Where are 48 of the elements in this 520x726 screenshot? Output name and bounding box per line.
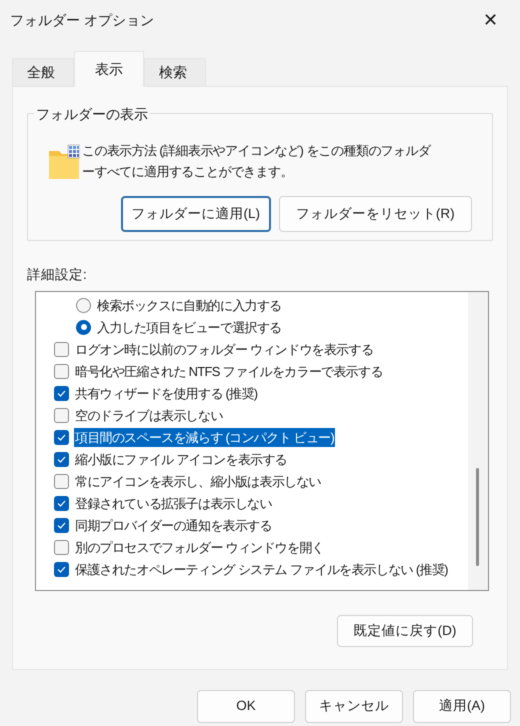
checkbox[interactable] [54, 452, 69, 467]
section-label: 詳細設定: [27, 266, 88, 284]
checkbox[interactable] [54, 474, 69, 489]
dialog-button[interactable]: OK [197, 690, 295, 723]
scrollbar-thumb[interactable] [476, 468, 479, 566]
checkbox[interactable] [54, 430, 69, 445]
checkmark-icon [57, 566, 66, 573]
dialog-button[interactable]: 適用(A) [413, 690, 511, 723]
scrollbar[interactable] [468, 292, 488, 590]
folder-icon [48, 144, 80, 180]
tab[interactable]: 表示 [74, 51, 144, 87]
checkmark-icon [57, 456, 66, 463]
option-label[interactable]: 縮小版にファイル アイコンを表示する [74, 450, 288, 469]
checkbox[interactable] [54, 518, 69, 533]
checkbox[interactable] [54, 540, 69, 555]
close-button[interactable]: ✕ [479, 11, 502, 29]
checkmark-icon [57, 500, 66, 507]
checkmark-icon [57, 390, 66, 397]
option-label[interactable]: 同期プロバイダーの通知を表示する [74, 516, 273, 535]
option-label[interactable]: 検索ボックスに自動的に入力する [96, 296, 283, 315]
window-title: フォルダー オプション [10, 10, 154, 30]
option-label[interactable]: 項目間のスペースを減らす (コンパクト ビュー) [74, 428, 336, 447]
option-label[interactable]: 常にアイコンを表示し、縮小版は表示しない [74, 472, 322, 491]
checkmark-icon [57, 522, 66, 529]
dialog-button[interactable]: キャンセル [305, 690, 403, 723]
checkbox[interactable] [54, 386, 69, 401]
folder-button[interactable]: フォルダーに適用(L) [121, 196, 271, 232]
checkbox[interactable] [54, 496, 69, 511]
tab[interactable]: 検索 [144, 58, 206, 86]
checkbox[interactable] [54, 342, 69, 357]
option-label[interactable]: ログオン時に以前のフォルダー ウィンドウを表示する [74, 340, 374, 359]
checkbox[interactable] [54, 562, 69, 577]
radio-button[interactable] [76, 320, 91, 335]
checkbox[interactable] [54, 408, 69, 423]
checkbox[interactable] [54, 364, 69, 379]
option-label[interactable]: 入力した項目をビューで選択する [96, 318, 283, 337]
checkmark-icon [57, 434, 66, 441]
option-label[interactable]: 共有ウィザードを使用する (推奨) [74, 384, 258, 403]
option-label[interactable]: 暗号化や圧縮された NTFS ファイルをカラーで表示する [74, 362, 384, 381]
option-label[interactable]: 別のプロセスでフォルダー ウィンドウを開く [74, 538, 325, 557]
option-label[interactable]: 空のドライブは表示しない [74, 406, 224, 425]
option-label[interactable]: 保護されたオペレーティング システム ファイルを表示しない (推奨) [74, 560, 449, 579]
option-label[interactable]: 登録されている拡張子は表示しない [74, 494, 273, 513]
folder-button[interactable]: フォルダーをリセット(R) [278, 196, 472, 232]
tab[interactable]: 全般 [12, 58, 74, 86]
description-text: この表示方法 (詳細表示やアイコンなど) をこの種類のフォルダーすべてに適用することができます。 [82, 142, 432, 181]
radio-button[interactable] [76, 298, 91, 313]
restore-defaults-button[interactable]: 既定値に戻す(D) [337, 615, 473, 648]
